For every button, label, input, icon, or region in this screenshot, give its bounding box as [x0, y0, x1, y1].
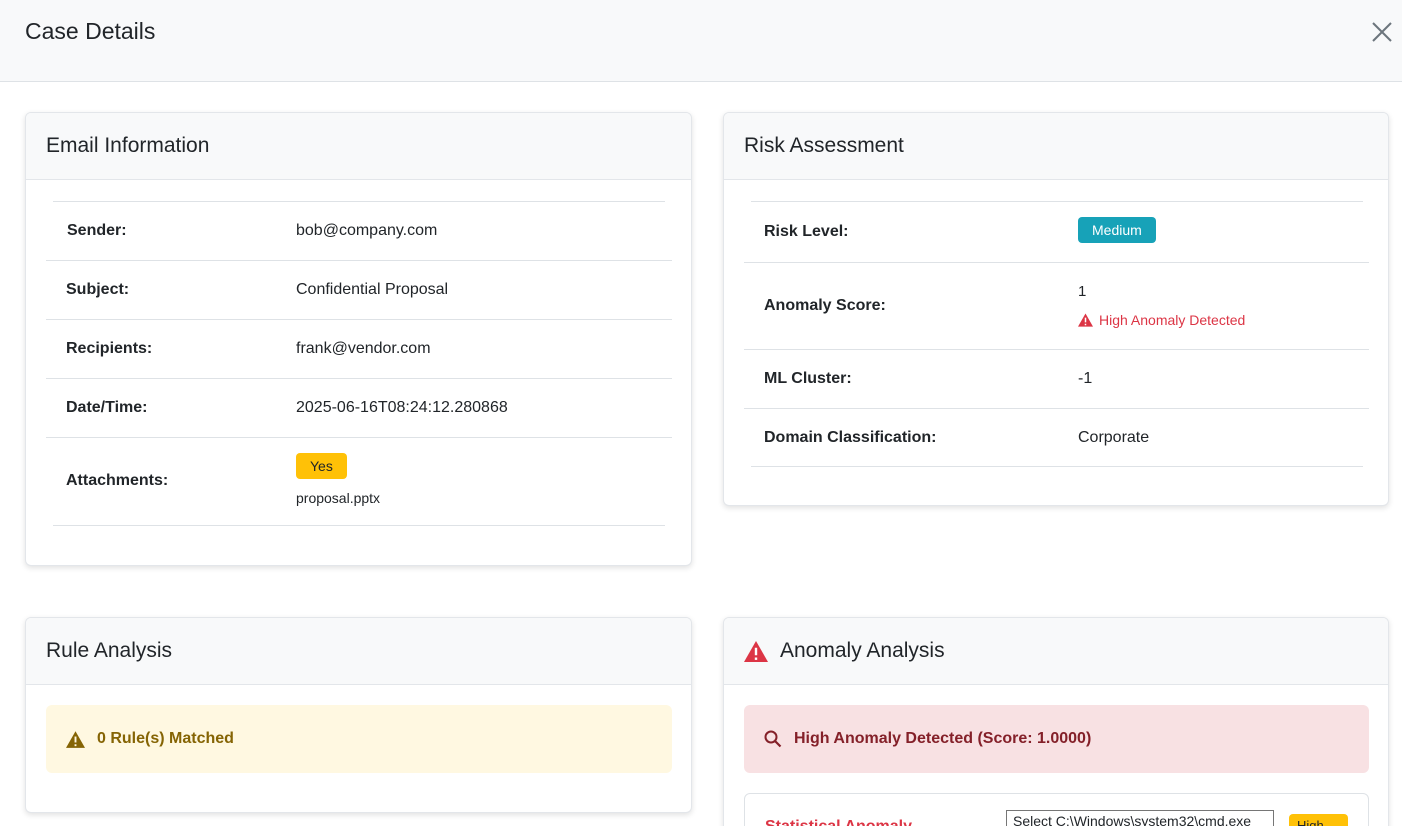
warning-triangle-icon: [744, 640, 768, 662]
risk-level-badge: Medium: [1078, 217, 1156, 243]
attachments-label: Attachments:: [66, 472, 169, 489]
table-row-sender: Sender: bob@company.com: [53, 201, 665, 260]
recipients-value: frank@vendor.com: [296, 340, 431, 357]
domain-value: Corporate: [1078, 429, 1150, 446]
table-bottom-border: [751, 466, 1363, 467]
select-tooltip: Select C:\Windows\system32\cmd.exe: [1006, 810, 1274, 826]
recipients-label: Recipients:: [66, 340, 153, 357]
datetime-label: Date/Time:: [66, 399, 148, 416]
ml-cluster-value: -1: [1078, 370, 1093, 387]
risk-level-label: Risk Level:: [764, 223, 849, 240]
card-title: Anomaly Analysis: [780, 639, 945, 662]
table-row-attachments: Attachments: Yes proposal.pptx: [46, 437, 672, 526]
sender-value: bob@company.com: [296, 222, 438, 239]
table-row-datetime: Date/Time: 2025-06-16T08:24:12.280868: [46, 378, 672, 437]
warning-triangle-icon: [66, 730, 85, 748]
risk-assessment-card: Risk Assessment Risk Level: Medium Anoma…: [723, 112, 1389, 506]
statistical-anomaly-label: Statistical Anomaly: [765, 818, 912, 826]
card-header: Rule Analysis: [26, 618, 691, 685]
attachments-badge: Yes: [296, 453, 347, 479]
email-information-card: Email Information Sender: bob@company.co…: [25, 112, 692, 566]
close-icon[interactable]: [1368, 18, 1396, 46]
table-row-ml-cluster: ML Cluster: -1: [744, 349, 1369, 408]
rules-matched-text: 0 Rule(s) Matched: [97, 730, 234, 747]
attachment-filename: proposal.pptx: [296, 490, 381, 506]
high-anomaly-alert: High Anomaly Detected (Score: 1.0000): [744, 705, 1369, 773]
datetime-value: 2025-06-16T08:24:12.280868: [296, 399, 508, 416]
warning-triangle-icon: [1078, 313, 1093, 327]
domain-label: Domain Classification:: [764, 429, 937, 446]
close-button[interactable]: [1368, 18, 1396, 46]
table-row-risk-level: Risk Level: Medium: [751, 201, 1363, 262]
rule-analysis-card: Rule Analysis 0 Rule(s) Matched: [25, 617, 692, 813]
table-row-domain: Domain Classification: Corporate: [744, 408, 1369, 467]
anomaly-analysis-card: Anomaly Analysis High Anomaly Detected (…: [723, 617, 1389, 826]
high-anomaly-text: High Anomaly Detected: [1099, 312, 1246, 328]
subject-value: Confidential Proposal: [296, 281, 449, 298]
card-title: Risk Assessment: [744, 134, 904, 157]
table-bottom-border: [53, 525, 665, 526]
rules-matched-alert: 0 Rule(s) Matched: [46, 705, 672, 773]
search-icon: [764, 730, 782, 748]
card-header: Anomaly Analysis: [724, 618, 1388, 685]
anomaly-score-label: Anomaly Score:: [764, 297, 886, 314]
modal-title: Case Details: [25, 18, 156, 44]
high-anomaly-flag: High Anomaly Detected: [1078, 312, 1245, 328]
card-title: Rule Analysis: [46, 639, 173, 662]
subject-label: Subject:: [66, 281, 130, 298]
anomaly-level-badge: High: [1289, 814, 1348, 826]
card-header: Risk Assessment: [724, 113, 1388, 180]
card-title: Email Information: [46, 134, 210, 157]
anomaly-score-value: 1: [1078, 283, 1087, 300]
high-anomaly-alert-text: High Anomaly Detected (Score: 1.0000): [794, 730, 1092, 747]
ml-cluster-label: ML Cluster:: [764, 370, 852, 387]
table-row-subject: Subject: Confidential Proposal: [46, 260, 672, 319]
table-row-anomaly-score: Anomaly Score: 1 High Anomaly Detected: [744, 262, 1369, 349]
card-header: Email Information: [26, 113, 691, 180]
table-row-recipients: Recipients: frank@vendor.com: [46, 319, 672, 378]
modal-header: Case Details: [0, 0, 1402, 82]
sender-label: Sender:: [67, 222, 127, 239]
